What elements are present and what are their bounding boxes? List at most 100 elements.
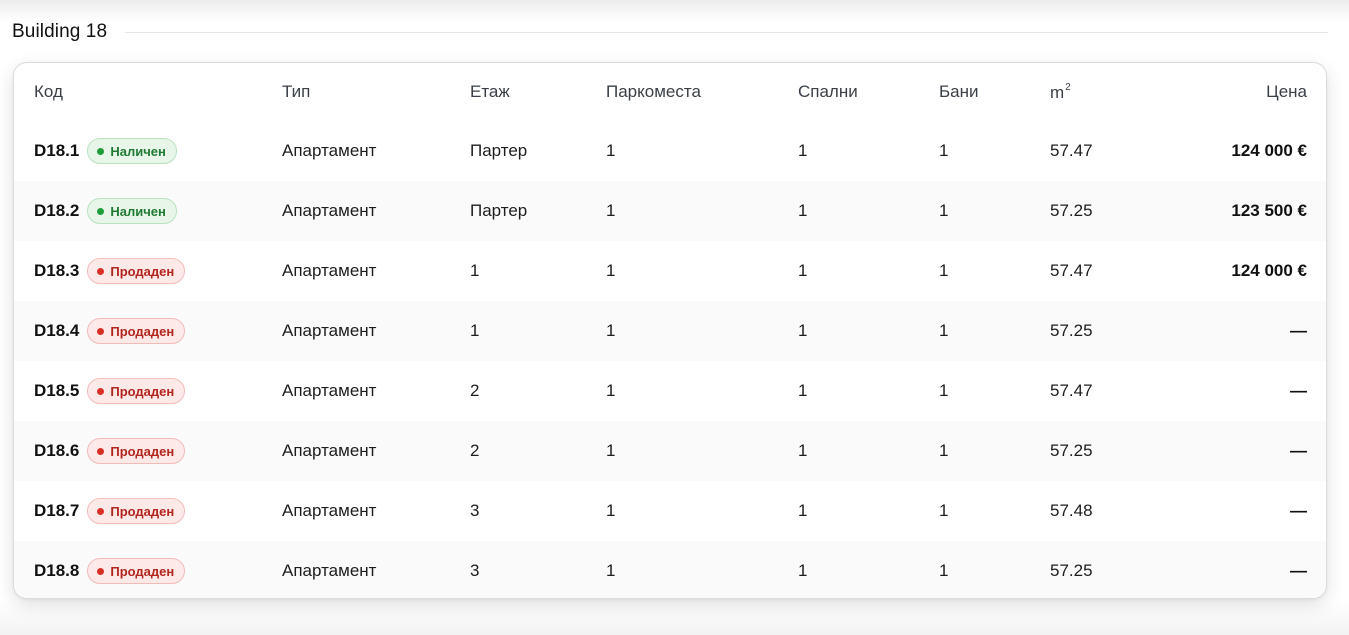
table-header: Код Тип Етаж Паркоместа Спални Бани m2 Ц… — [14, 63, 1326, 121]
status-label: Наличен — [110, 203, 166, 219]
cell-code: D18.5 Продаден — [14, 361, 282, 421]
status-dot-icon — [97, 567, 105, 575]
code-cell-wrapper: D18.1 Наличен — [34, 138, 282, 164]
status-label: Продаден — [110, 263, 175, 279]
code-cell-wrapper: D18.7 Продаден — [34, 498, 282, 524]
status-label: Продаден — [110, 323, 175, 339]
cell-type: Апартамент — [282, 141, 377, 160]
status-dot-icon — [97, 387, 105, 395]
cell-area: 57.47 — [1050, 381, 1093, 400]
cell-bathrooms: 1 — [939, 261, 949, 280]
cell-price: — — [1290, 441, 1307, 460]
cell-code: D18.1 Наличен — [14, 121, 282, 181]
cell-area: 57.25 — [1050, 201, 1093, 220]
page: Building 18 Код Тип Етаж Паркоместа Спал… — [0, 0, 1349, 635]
cell-bathrooms: 1 — [939, 381, 949, 400]
cell-floor: 1 — [470, 321, 480, 340]
cell-price: 124 000 € — [1231, 261, 1307, 280]
column-header-area[interactable]: m2 — [1050, 63, 1160, 121]
table-row[interactable]: D18.1 Наличен Апартамент Партер 1 1 1 57… — [14, 121, 1326, 181]
table-row[interactable]: D18.8 Продаден Апартамент 3 1 1 1 57.25 … — [14, 541, 1326, 598]
cell-price: — — [1290, 321, 1307, 340]
column-header-code[interactable]: Код — [14, 63, 282, 121]
code-cell-wrapper: D18.3 Продаден — [34, 258, 282, 284]
cell-code: D18.6 Продаден — [14, 421, 282, 481]
cell-parking: 1 — [606, 321, 616, 340]
column-header-area-superscript: 2 — [1065, 81, 1071, 93]
code-cell-wrapper: D18.4 Продаден — [34, 318, 282, 344]
unit-code[interactable]: D18.6 — [34, 441, 79, 461]
cell-bathrooms: 1 — [939, 561, 949, 580]
cell-bedrooms: 1 — [798, 561, 808, 580]
column-header-type[interactable]: Тип — [282, 63, 470, 121]
unit-code[interactable]: D18.7 — [34, 501, 79, 521]
status-label: Продаден — [110, 443, 175, 459]
cell-parking: 1 — [606, 201, 616, 220]
cell-bedrooms: 1 — [798, 381, 808, 400]
table-row[interactable]: D18.4 Продаден Апартамент 1 1 1 1 57.25 … — [14, 301, 1326, 361]
column-header-bedrooms[interactable]: Спални — [798, 63, 939, 121]
column-header-price[interactable]: Цена — [1160, 63, 1326, 121]
cell-area: 57.25 — [1050, 321, 1093, 340]
column-header-bathrooms[interactable]: Бани — [939, 63, 1050, 121]
status-dot-icon — [97, 327, 105, 335]
code-cell-wrapper: D18.5 Продаден — [34, 378, 282, 404]
table-row[interactable]: D18.3 Продаден Апартамент 1 1 1 1 57.47 … — [14, 241, 1326, 301]
unit-code[interactable]: D18.2 — [34, 201, 79, 221]
table-row[interactable]: D18.6 Продаден Апартамент 2 1 1 1 57.25 … — [14, 421, 1326, 481]
status-dot-icon — [97, 507, 105, 515]
cell-code: D18.7 Продаден — [14, 481, 282, 541]
section-title: Building 18 — [12, 21, 108, 42]
cell-area: 57.48 — [1050, 501, 1093, 520]
status-label: Продаден — [110, 503, 175, 519]
table-body: D18.1 Наличен Апартамент Партер 1 1 1 57… — [14, 121, 1326, 598]
cell-type: Апартамент — [282, 441, 377, 460]
cell-bedrooms: 1 — [798, 321, 808, 340]
cell-parking: 1 — [606, 441, 616, 460]
cell-floor: Партер — [470, 141, 528, 160]
unit-code[interactable]: D18.5 — [34, 381, 79, 401]
cell-floor: Партер — [470, 201, 528, 220]
cell-bedrooms: 1 — [798, 201, 808, 220]
cell-bathrooms: 1 — [939, 201, 949, 220]
cell-parking: 1 — [606, 501, 616, 520]
unit-code[interactable]: D18.8 — [34, 561, 79, 581]
code-cell-wrapper: D18.6 Продаден — [34, 438, 282, 464]
table-row[interactable]: D18.7 Продаден Апартамент 3 1 1 1 57.48 … — [14, 481, 1326, 541]
cell-price: — — [1290, 561, 1307, 580]
column-header-floor[interactable]: Етаж — [470, 63, 606, 121]
code-cell-wrapper: D18.8 Продаден — [34, 558, 282, 584]
status-dot-icon — [97, 447, 105, 455]
section-header: Building 18 — [12, 18, 1328, 46]
units-table-card: Код Тип Етаж Паркоместа Спални Бани m2 Ц… — [13, 62, 1327, 599]
status-dot-icon — [97, 267, 105, 275]
column-header-parking[interactable]: Паркоместа — [606, 63, 798, 121]
table-row[interactable]: D18.2 Наличен Апартамент Партер 1 1 1 57… — [14, 181, 1326, 241]
cell-parking: 1 — [606, 261, 616, 280]
cell-type: Апартамент — [282, 321, 377, 340]
cell-price: — — [1290, 501, 1307, 520]
cell-floor: 2 — [470, 441, 480, 460]
status-badge: Продаден — [87, 498, 186, 524]
cell-floor: 2 — [470, 381, 480, 400]
status-badge: Продаден — [87, 318, 186, 344]
cell-price: 123 500 € — [1231, 201, 1307, 220]
unit-code[interactable]: D18.3 — [34, 261, 79, 281]
cell-floor: 3 — [470, 501, 480, 520]
unit-code[interactable]: D18.4 — [34, 321, 79, 341]
table-row[interactable]: D18.5 Продаден Апартамент 2 1 1 1 57.47 … — [14, 361, 1326, 421]
status-dot-icon — [97, 207, 105, 215]
status-badge: Продаден — [87, 558, 186, 584]
column-header-area-unit: m — [1050, 82, 1065, 102]
cell-bedrooms: 1 — [798, 261, 808, 280]
cell-type: Апартамент — [282, 261, 377, 280]
cell-code: D18.2 Наличен — [14, 181, 282, 241]
section-divider — [125, 31, 1328, 33]
cell-bathrooms: 1 — [939, 441, 949, 460]
cell-price: — — [1290, 381, 1307, 400]
status-label: Продаден — [110, 563, 175, 579]
cell-type: Апартамент — [282, 381, 377, 400]
unit-code[interactable]: D18.1 — [34, 141, 79, 161]
cell-area: 57.25 — [1050, 561, 1093, 580]
cell-parking: 1 — [606, 141, 616, 160]
